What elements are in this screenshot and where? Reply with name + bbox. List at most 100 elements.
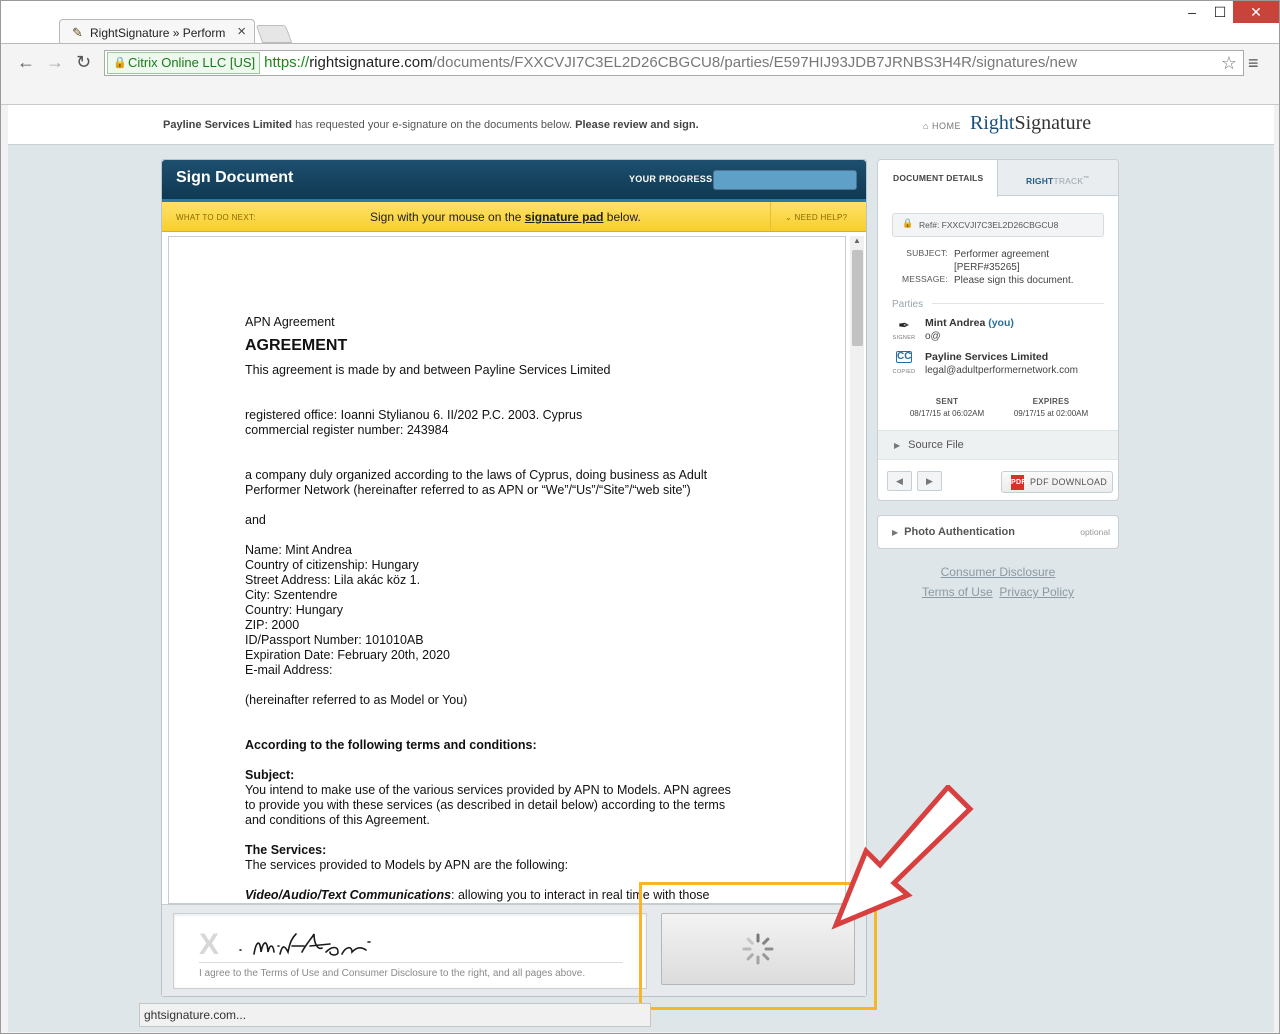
- pen-icon: ✒: [898, 317, 910, 333]
- document-details-panel: DOCUMENT DETAILS RIGHTTRACK™ 🔒 Ref#: FXXC…: [877, 159, 1119, 501]
- arrow-left-icon: ◀: [896, 476, 903, 486]
- details-tabs: DOCUMENT DETAILS RIGHTTRACK™: [878, 160, 1118, 197]
- reference-number: 🔒 Ref#: FXXCVJI7C3EL2D26CBGCU8: [892, 213, 1104, 237]
- message-value: Please sign this document.: [954, 275, 1074, 286]
- footer-links: Consumer Disclosure Terms of Use Privacy…: [877, 565, 1119, 605]
- doc-register: commercial register number: 243984: [245, 423, 449, 437]
- ev-certificate-badge[interactable]: 🔒 Citrix Online LLC [US]: [107, 52, 261, 74]
- instruction-pre: Sign with your mouse on the: [370, 210, 525, 224]
- expires-label: EXPIRES: [1032, 397, 1070, 406]
- subject-value: Performer agreement [PERF#35265]: [954, 249, 1050, 273]
- request-cta: Please review and sign.: [575, 119, 699, 131]
- browser-window: ✎ RightSignature » Perform × – ☐ ✕ ← → ↻…: [0, 0, 1280, 1034]
- doc-expiration: Expiration Date: February 20th, 2020: [245, 648, 450, 662]
- tab-document-details[interactable]: DOCUMENT DETAILS: [878, 160, 998, 197]
- signer-name: Mint Andrea: [925, 317, 986, 329]
- message-key: MESSAGE:: [901, 274, 948, 284]
- doc-terms-heading: According to the following terms and con…: [245, 738, 537, 752]
- photo-auth-label: Photo Authentication: [904, 526, 1015, 538]
- scroll-thumb[interactable]: [852, 250, 863, 346]
- photo-authentication-toggle[interactable]: ▶ Photo Authentication optional: [877, 515, 1119, 549]
- signature-pad-link[interactable]: signature pad: [525, 210, 604, 224]
- site-header: Payline Services Limited has requested y…: [8, 105, 1274, 145]
- signature-x-mark: X: [199, 928, 220, 961]
- next-page-button[interactable]: ▶: [917, 471, 942, 491]
- url-host: rightsignature.com: [309, 54, 433, 71]
- ev-badge-label: Citrix Online LLC [US]: [128, 55, 256, 70]
- photo-auth-optional: optional: [1080, 527, 1110, 537]
- privacy-policy-link[interactable]: Privacy Policy: [999, 585, 1074, 599]
- source-file-label: Source File: [908, 439, 964, 451]
- what-next-label: WHAT TO DO NEXT:: [176, 213, 256, 222]
- expires-date: EXPIRES 09/17/15 at 02:00AM: [1006, 397, 1096, 418]
- browser-toolbar: ← → ↻ 🔒 Citrix Online LLC [US] https://rig…: [1, 43, 1279, 83]
- need-help-label: NEED HELP?: [794, 213, 848, 222]
- arrow-right-icon: ▶: [926, 476, 933, 486]
- doc-subject-text: You intend to make use of the various se…: [245, 783, 731, 827]
- instruction-message: Sign with your mouse on the signature pa…: [370, 210, 641, 224]
- requester-name: Payline Services Limited: [163, 119, 293, 131]
- back-arrow-icon[interactable]: ←: [17, 52, 35, 73]
- browser-tab[interactable]: ✎ RightSignature » Perform ×: [59, 19, 255, 45]
- forward-arrow-icon[interactable]: →: [46, 52, 64, 73]
- maximize-icon[interactable]: ☐: [1205, 1, 1235, 23]
- righttrack-rest: TRACK: [1053, 176, 1084, 186]
- pdf-download-label: PDF DOWNLOAD: [1030, 477, 1108, 487]
- logo-right: Right: [970, 112, 1015, 134]
- menu-icon[interactable]: ≡: [1248, 53, 1259, 74]
- signature-pad[interactable]: X I agree to the Terms of Use and Consum…: [173, 913, 647, 989]
- parties-label: Parties: [892, 299, 924, 310]
- source-file-toggle[interactable]: ▶ Source File: [878, 430, 1118, 460]
- doc-street: Street Address: Lila akác köz 1.: [245, 573, 421, 587]
- address-bar[interactable]: 🔒 Citrix Online LLC [US] https://rightsign…: [104, 50, 1244, 76]
- doc-citizenship: Country of citizenship: Hungary: [245, 558, 419, 572]
- doc-video-heading: Video/Audio/Text Communications: [245, 888, 452, 902]
- rightsignature-pen-icon: ✎: [72, 25, 83, 40]
- sign-panel-header: Sign Document YOUR PROGRESS: [162, 160, 866, 202]
- cc-name: Payline Services Limited: [925, 351, 1049, 363]
- red-arrow-icon: [831, 785, 974, 930]
- sign-panel-title: Sign Document: [176, 169, 294, 186]
- home-link[interactable]: ⌂ HOME: [923, 121, 961, 131]
- tab-righttrack[interactable]: RIGHTTRACK™: [1026, 160, 1089, 196]
- cc-icon: CC: [896, 351, 912, 363]
- browser-status-bar: ghtsignature.com...: [139, 1003, 651, 1027]
- tab-close-icon[interactable]: ×: [237, 23, 246, 40]
- document-viewer[interactable]: APN Agreement AGREEMENT This agreement i…: [168, 236, 846, 904]
- home-label: HOME: [931, 121, 961, 131]
- signer-you: (you): [985, 317, 1014, 329]
- reload-icon[interactable]: ↻: [76, 52, 91, 73]
- prev-page-button[interactable]: ◀: [887, 471, 912, 491]
- close-window-icon[interactable]: ✕: [1233, 1, 1279, 23]
- consumer-disclosure-link[interactable]: Consumer Disclosure: [941, 565, 1056, 579]
- scroll-up-icon[interactable]: ▲: [850, 236, 864, 248]
- new-tab-button[interactable]: [255, 25, 293, 43]
- pdf-download-button[interactable]: PDF PDF DOWNLOAD: [1001, 471, 1113, 493]
- minimize-icon[interactable]: –: [1177, 1, 1207, 23]
- rightsignature-logo[interactable]: RightSignature: [970, 112, 1091, 135]
- need-help-button[interactable]: ⌄ NEED HELP?: [770, 202, 866, 231]
- caret-right-icon: ▶: [892, 528, 899, 537]
- sent-value: 08/17/15 at 06:02AM: [909, 409, 985, 418]
- doc-referred: (hereinafter referred to as Model or You…: [245, 693, 468, 707]
- signature-line: [199, 962, 623, 963]
- instruction-bar: WHAT TO DO NEXT: Sign with your mouse on…: [162, 202, 866, 232]
- terms-of-use-link[interactable]: Terms of Use: [922, 585, 993, 599]
- pdf-icon: PDF: [1011, 475, 1026, 490]
- sent-label: SENT: [935, 397, 959, 406]
- party-copied: CC COPIED Payline Services Limited legal…: [892, 351, 1107, 381]
- doc-passport: ID/Passport Number: 101010AB: [245, 633, 424, 647]
- party-signer: ✒ SIGNER Mint Andrea (you) o@: [892, 317, 1107, 347]
- expires-value: 09/17/15 at 02:00AM: [1013, 409, 1089, 418]
- home-icon: ⌂: [923, 121, 929, 131]
- bookmark-bar: [1, 83, 1279, 105]
- righttrack-tm: ™: [1083, 176, 1090, 183]
- instruction-post: below.: [603, 210, 641, 224]
- caret-right-icon: ▶: [894, 441, 901, 450]
- doc-services-heading: The Services:: [245, 843, 327, 857]
- doc-heading: AGREEMENT: [245, 337, 348, 354]
- page-content: Payline Services Limited has requested y…: [8, 105, 1274, 1032]
- cc-email: legal@adultperformernetwork.com: [925, 365, 1078, 376]
- bookmark-star-icon[interactable]: ☆: [1221, 51, 1237, 75]
- ref-label: Ref#: FXXCVJI7C3EL2D26CBGCU8: [919, 220, 1059, 230]
